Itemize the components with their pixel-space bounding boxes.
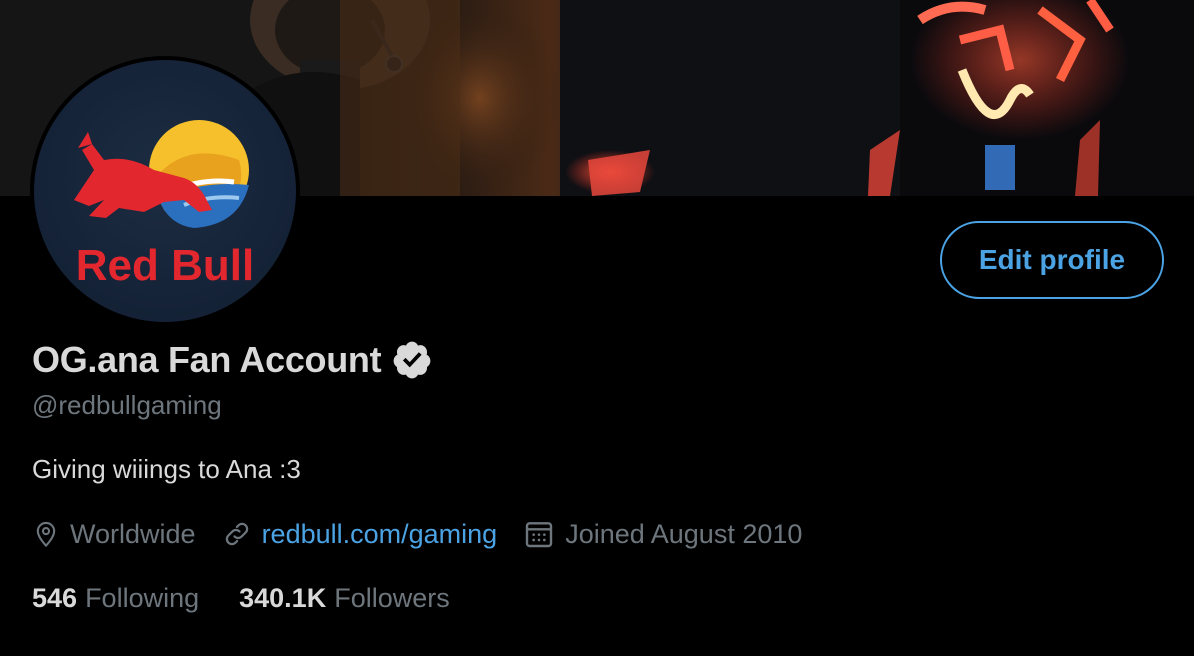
profile-name-row: OG.ana Fan Account [32, 337, 433, 383]
location-item: Worldwide [32, 519, 196, 550]
profile-handle: @redbullgaming [32, 390, 222, 420]
website-link[interactable]: redbull.com/gaming [262, 519, 498, 550]
display-name: OG.ana Fan Account [32, 339, 382, 380]
calendar-icon [523, 518, 555, 550]
verified-badge-icon[interactable] [391, 339, 433, 381]
joined-item: Joined August 2010 [523, 518, 802, 550]
map-pin-icon [32, 520, 60, 548]
avatar-logo-text: Red Bull [76, 241, 254, 290]
following-stat[interactable]: 546 Following [32, 583, 199, 614]
edit-profile-label: Edit profile [978, 244, 1126, 275]
red-bull-logo-icon: Red Bull [74, 120, 254, 290]
location-text: Worldwide [70, 518, 196, 549]
profile-bio: Giving wiiings to Ana :3 [32, 454, 301, 484]
profile-page: Red Bull Edit profile OG.ana Fan Account… [0, 0, 1194, 656]
followers-count: 340.1K [239, 582, 327, 613]
profile-stats-row: 546 Following 340.1K Followers [32, 580, 490, 616]
profile-avatar[interactable]: Red Bull [30, 56, 300, 326]
following-label: Following [85, 582, 200, 613]
joined-text: Joined August 2010 [565, 518, 803, 549]
followers-label: Followers [334, 582, 450, 613]
followers-stat[interactable]: 340.1K Followers [239, 583, 450, 614]
avatar-image: Red Bull [34, 60, 296, 322]
link-icon [222, 519, 252, 549]
edit-profile-button[interactable]: Edit profile [940, 221, 1164, 299]
website-item: redbull.com/gaming [222, 519, 498, 550]
following-count: 546 [32, 582, 78, 613]
profile-meta-row: Worldwide redbull.com/gaming Joined Augu… [32, 514, 828, 554]
